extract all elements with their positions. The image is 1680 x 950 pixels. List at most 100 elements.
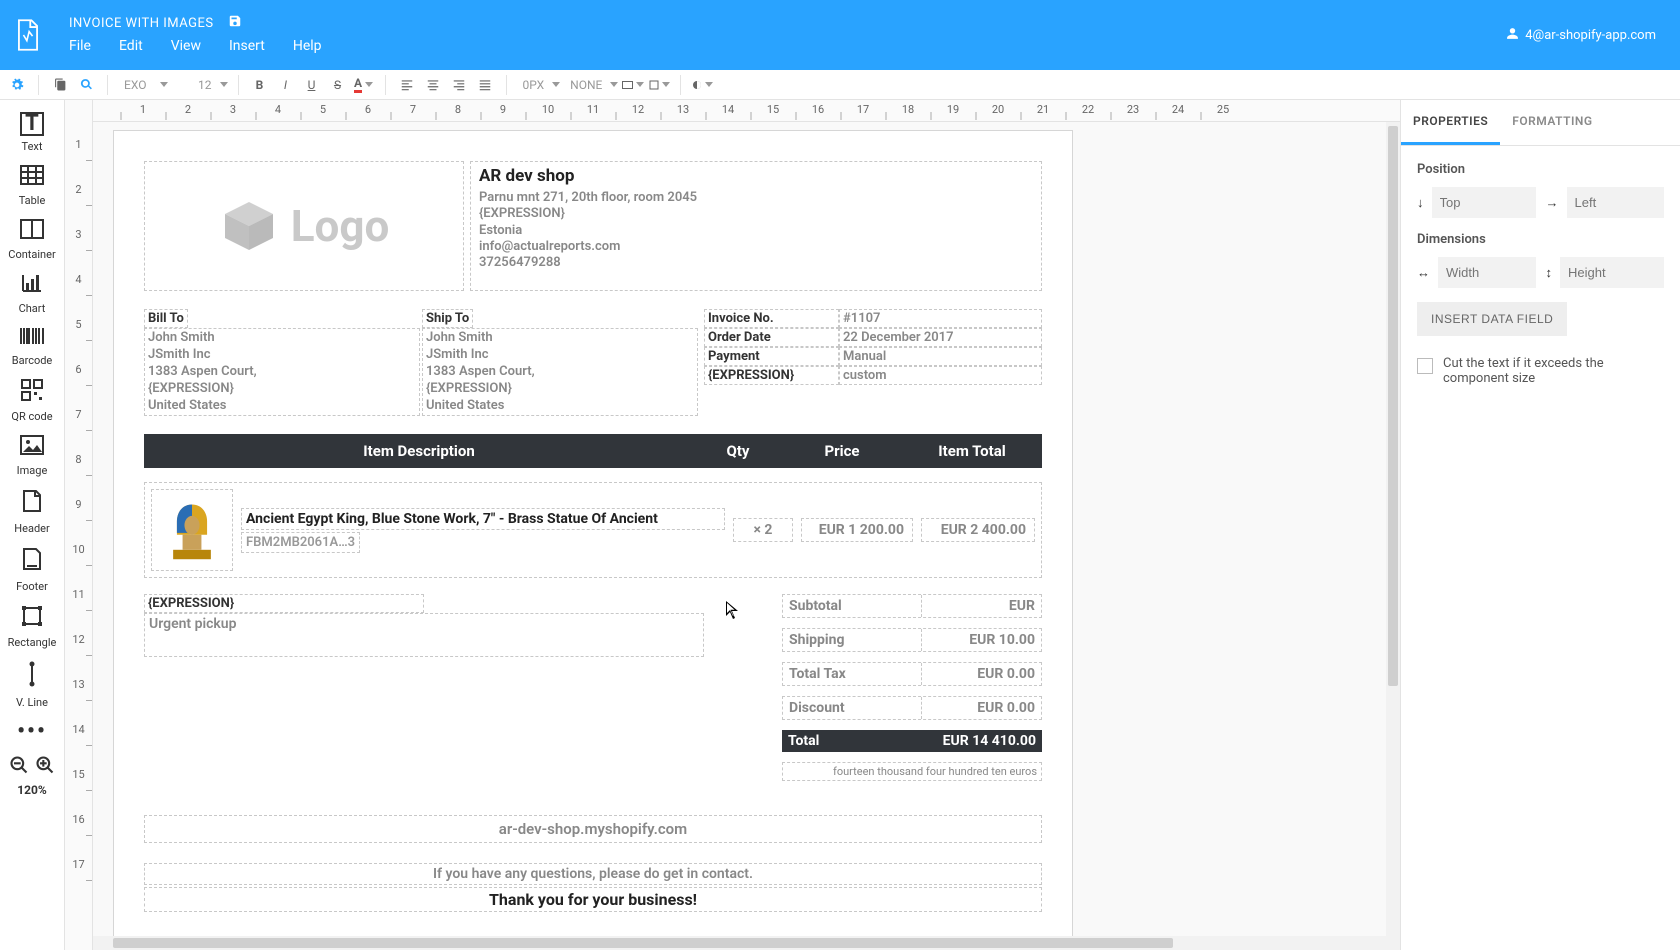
pharaoh-icon	[163, 497, 221, 563]
item-row[interactable]: Ancient Egypt King, Blue Stone Work, 7" …	[144, 482, 1042, 578]
menu-file[interactable]: File	[69, 38, 91, 54]
border-color-button[interactable]	[622, 74, 644, 96]
user-email[interactable]: 4@ar-shopify-app.com	[1525, 28, 1656, 43]
discount-row[interactable]: DiscountEUR 0.00	[782, 696, 1042, 720]
menu-edit[interactable]: Edit	[119, 38, 143, 54]
more-icon: •••	[17, 721, 47, 743]
dimensions-heading: Dimensions	[1417, 232, 1664, 247]
vline-icon	[28, 661, 36, 692]
border-size-select[interactable]: 0PX	[517, 78, 551, 92]
vertical-ruler: 1234567891011121314151617	[65, 100, 93, 950]
align-center-button[interactable]	[422, 74, 444, 96]
tool-vline[interactable]: V. Line	[2, 655, 62, 715]
align-justify-button[interactable]	[474, 74, 496, 96]
tool-more[interactable]: •••	[2, 715, 62, 749]
menu-help[interactable]: Help	[293, 38, 322, 54]
tool-header[interactable]: Header	[2, 483, 62, 541]
tax-row[interactable]: Total TaxEUR 0.00	[782, 662, 1042, 686]
tool-footer[interactable]: Footer	[2, 541, 62, 599]
align-right-button[interactable]	[448, 74, 470, 96]
item-sku[interactable]: FBM2MB2061A…3	[241, 532, 360, 553]
chevron-down-icon	[610, 82, 618, 87]
shipping-row[interactable]: ShippingEUR 10.00	[782, 628, 1042, 652]
zoom-out-button[interactable]	[9, 755, 29, 779]
tool-rectangle[interactable]: Rectangle	[2, 599, 62, 655]
bold-button[interactable]: B	[249, 74, 271, 96]
bill-to-label[interactable]: Bill To	[144, 309, 188, 328]
menu-insert[interactable]: Insert	[229, 38, 265, 54]
chevron-down-icon	[552, 82, 560, 87]
italic-button[interactable]: I	[275, 74, 297, 96]
footer-url[interactable]: ar-dev-shop.myshopify.com	[144, 815, 1042, 843]
width-input[interactable]	[1438, 257, 1536, 288]
item-title[interactable]: Ancient Egypt King, Blue Stone Work, 7" …	[241, 508, 725, 530]
logo-placeholder[interactable]: Logo	[144, 161, 464, 291]
grand-total-row[interactable]: TotalEUR 14 410.00	[782, 730, 1042, 752]
page[interactable]: Logo AR dev shop Parnu mnt 271, 20th flo…	[113, 130, 1073, 943]
copy-icon[interactable]	[49, 74, 71, 96]
search-icon[interactable]	[75, 74, 97, 96]
position-heading: Position	[1417, 162, 1664, 177]
cube-icon	[219, 196, 279, 256]
horizontal-ruler: 1234567891011121314151617181920212223242…	[93, 100, 1400, 122]
note-body[interactable]: Urgent pickup	[144, 613, 704, 657]
font-color-button[interactable]: A	[353, 74, 375, 96]
font-name-select[interactable]: EXO	[118, 78, 158, 92]
menu-view[interactable]: View	[171, 38, 201, 54]
tool-container[interactable]: Container	[2, 213, 62, 267]
left-input[interactable]	[1567, 187, 1665, 218]
horizontal-scrollbar[interactable]	[93, 936, 1400, 950]
tool-table[interactable]: Table	[2, 159, 62, 213]
total-in-words[interactable]: fourteen thousand four hundred ten euros	[782, 762, 1042, 781]
footer-thanks[interactable]: Thank you for your business!	[144, 887, 1042, 912]
tool-chart[interactable]: Chart	[2, 267, 62, 321]
font-size-select[interactable]: 12	[192, 78, 218, 92]
subtotal-row[interactable]: SubtotalEUR	[782, 594, 1042, 618]
align-left-button[interactable]	[396, 74, 418, 96]
settings-icon[interactable]	[6, 74, 28, 96]
bill-to-box[interactable]: John Smith JSmith Inc 1383 Aspen Court, …	[144, 328, 420, 416]
item-price[interactable]: EUR 1 200.00	[801, 518, 913, 542]
top-input[interactable]	[1432, 187, 1536, 218]
ship-to-box[interactable]: John Smith JSmith Inc 1383 Aspen Court, …	[422, 328, 698, 416]
arrow-right-icon: →	[1546, 195, 1559, 211]
app-header: INVOICE WITH IMAGES File Edit View Inser…	[0, 0, 1680, 70]
cut-text-checkbox[interactable]	[1417, 358, 1433, 374]
insert-data-field-button[interactable]: INSERT DATA FIELD	[1417, 302, 1567, 336]
barcode-icon	[19, 327, 45, 350]
width-icon: ↔	[1417, 265, 1430, 281]
zoom-in-button[interactable]	[35, 755, 55, 779]
main-menu: File Edit View Insert Help	[55, 32, 1506, 62]
item-total[interactable]: EUR 2 400.00	[921, 518, 1035, 542]
shop-address: Parnu mnt 271, 20th floor, room 2045	[479, 190, 1033, 206]
opacity-button[interactable]	[691, 74, 713, 96]
chart-icon	[20, 273, 44, 298]
note-expression[interactable]: {EXPRESSION}	[144, 594, 424, 613]
tool-qrcode[interactable]: QR code	[2, 373, 62, 429]
properties-panel: PROPERTIES FORMATTING Position ↓ → Dimen…	[1400, 100, 1680, 950]
tool-barcode[interactable]: Barcode	[2, 321, 62, 373]
border-style-select[interactable]: NONE	[564, 78, 608, 92]
tab-properties[interactable]: PROPERTIES	[1401, 100, 1500, 145]
ship-to-label[interactable]: Ship To	[422, 309, 473, 328]
border-sides-button[interactable]	[648, 74, 670, 96]
footer-question[interactable]: If you have any questions, please do get…	[144, 863, 1042, 885]
invoice-meta[interactable]: Invoice No.#1107 Order Date22 December 2…	[704, 309, 1042, 416]
shop-country: Estonia	[479, 223, 1033, 239]
tool-image[interactable]: Image	[2, 429, 62, 483]
shop-phone: 37256479288	[479, 255, 1033, 271]
tool-text[interactable]: TText	[2, 106, 62, 159]
tab-formatting[interactable]: FORMATTING	[1500, 100, 1604, 145]
save-icon[interactable]	[228, 14, 242, 32]
strikethrough-button[interactable]: S	[327, 74, 349, 96]
shop-name: AR dev shop	[479, 166, 1033, 186]
underline-button[interactable]: U	[301, 74, 323, 96]
height-input[interactable]	[1560, 257, 1664, 288]
item-image[interactable]	[151, 489, 233, 571]
shop-info-box[interactable]: AR dev shop Parnu mnt 271, 20th floor, r…	[470, 161, 1042, 291]
item-qty[interactable]: × 2	[733, 518, 793, 542]
vertical-scrollbar[interactable]	[1386, 122, 1400, 950]
app-logo-icon	[0, 0, 55, 70]
canvas-viewport[interactable]: Logo AR dev shop Parnu mnt 271, 20th flo…	[93, 122, 1400, 950]
arrow-down-icon: ↓	[1417, 195, 1424, 211]
